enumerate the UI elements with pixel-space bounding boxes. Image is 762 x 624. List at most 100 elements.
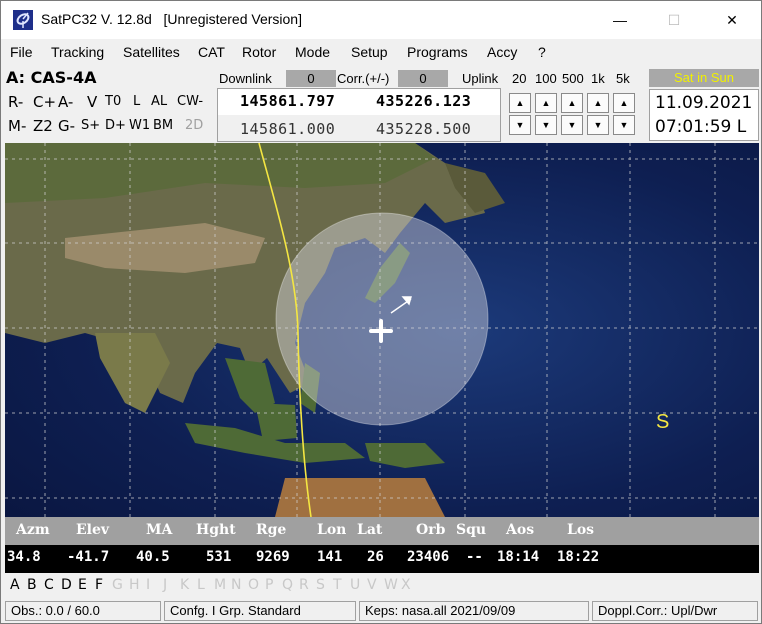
satellite-slot-m[interactable]: M <box>214 577 226 593</box>
satellite-slot-f[interactable]: F <box>95 577 103 593</box>
step-500[interactable]: 500 <box>562 71 584 86</box>
value-squ: -- <box>466 549 483 565</box>
control-d[interactable]: D+ <box>105 118 126 133</box>
header-los: Los <box>567 522 595 538</box>
value-orb: 23406 <box>407 549 450 565</box>
sun-status-badge: Sat in Sun <box>649 69 759 87</box>
tune-down-5k-button[interactable]: ▼ <box>613 115 635 135</box>
keps-status: Keps: nasa.all 2021/09/09 <box>359 601 589 621</box>
tune-up-100-button[interactable]: ▲ <box>535 93 557 113</box>
control-z2[interactable]: Z2 <box>33 117 53 135</box>
satellite-slot-s[interactable]: S <box>316 577 325 593</box>
tune-down-20-button[interactable]: ▼ <box>509 115 531 135</box>
satellite-slot-o[interactable]: O <box>248 577 259 593</box>
uplink-label: Uplink <box>462 71 499 86</box>
tune-down-500-button[interactable]: ▼ <box>561 115 583 135</box>
control-bm[interactable]: BM <box>153 118 173 133</box>
satellite-slot-v[interactable]: V <box>367 577 377 593</box>
uplink-frequency: 435226.123 <box>376 92 472 110</box>
header-aos: Aos <box>506 522 535 538</box>
menu-rotor[interactable]: Rotor <box>242 44 276 60</box>
satellite-slot-n[interactable]: N <box>231 577 241 593</box>
header-hght: Hght <box>196 522 236 538</box>
menu-mode[interactable]: Mode <box>295 44 330 60</box>
close-button[interactable]: ✕ <box>709 1 755 39</box>
title-bar[interactable]: SatPC32 V. 12.8d [Unregistered Version] … <box>1 1 761 39</box>
tracking-data-bar: Azm Elev MA Hght Rge Lon Lat Orb Squ Aos… <box>5 517 759 573</box>
step-100[interactable]: 100 <box>535 71 557 86</box>
downlink-offset: 0 <box>286 70 336 87</box>
control-g[interactable]: G- <box>58 117 75 135</box>
minimize-button[interactable]: — <box>597 1 643 39</box>
satellite-slot-q[interactable]: Q <box>282 577 293 593</box>
downlink-frequency-nominal: 145861.000 <box>240 120 336 138</box>
satellite-slot-k[interactable]: K <box>180 577 189 593</box>
satellite-slot-w[interactable]: W <box>384 577 398 593</box>
step-1k[interactable]: 1k <box>591 71 605 86</box>
value-lat: 26 <box>367 549 384 565</box>
downlink-frequency: 145861.797 <box>240 92 336 110</box>
menu-cat[interactable]: CAT <box>198 44 225 60</box>
control-w1[interactable]: W1 <box>129 118 150 133</box>
menu-tracking[interactable]: Tracking <box>51 44 104 60</box>
menu-accy[interactable]: Accy <box>487 44 517 60</box>
header-ma: MA <box>146 522 173 538</box>
info-panel: A: CAS-4A Downlink 0 Corr.(+/-) 0 Uplink… <box>1 65 761 143</box>
control-v[interactable]: V <box>87 93 97 111</box>
satellite-slot-c[interactable]: C <box>44 577 54 593</box>
satellite-slot-j[interactable]: J <box>163 577 167 593</box>
control-s[interactable]: S+ <box>81 118 100 133</box>
downlink-label: Downlink <box>219 71 272 86</box>
satellite-slot-i[interactable]: I <box>146 577 150 593</box>
tune-up-500-button[interactable]: ▲ <box>561 93 583 113</box>
satellite-slot-e[interactable]: E <box>78 577 87 593</box>
satellite-slot-d[interactable]: D <box>61 577 72 593</box>
control-a[interactable]: A- <box>58 93 73 111</box>
satellite-slot-g[interactable]: G <box>112 577 123 593</box>
satellite-slot-u[interactable]: U <box>350 577 360 593</box>
menu-satellites[interactable]: Satellites <box>123 44 180 60</box>
tune-down-100-button[interactable]: ▼ <box>535 115 557 135</box>
control-2d[interactable]: 2D <box>185 118 203 133</box>
satellite-slot-r[interactable]: R <box>299 577 309 593</box>
satellite-slot-a[interactable]: A <box>10 577 20 593</box>
control-r[interactable]: R- <box>8 93 23 111</box>
control-c[interactable]: C+ <box>33 93 56 111</box>
correction-label: Corr.(+/-) <box>337 71 390 86</box>
uplink-frequency-nominal: 435228.500 <box>376 120 472 138</box>
satellite-slot-l[interactable]: L <box>197 577 205 593</box>
menu-setup[interactable]: Setup <box>351 44 388 60</box>
header-lat: Lat <box>357 522 383 538</box>
status-bar: Obs.: 0.0 / 60.0 Confg. I Grp. Standard … <box>1 599 761 623</box>
observer-status: Obs.: 0.0 / 60.0 <box>5 601 161 621</box>
satellite-name[interactable]: A: CAS-4A <box>6 68 96 87</box>
control-t0[interactable]: T0 <box>105 94 121 109</box>
menu-help[interactable]: ? <box>538 44 546 60</box>
tune-up-5k-button[interactable]: ▲ <box>613 93 635 113</box>
value-elev: -41.7 <box>67 549 110 565</box>
tune-down-1k-button[interactable]: ▼ <box>587 115 609 135</box>
control-m[interactable]: M- <box>8 117 26 135</box>
correction-value: 0 <box>398 70 448 87</box>
menu-programs[interactable]: Programs <box>407 44 468 60</box>
satellite-footprint <box>275 212 489 426</box>
maximize-button[interactable]: ☐ <box>651 1 697 39</box>
tune-up-1k-button[interactable]: ▲ <box>587 93 609 113</box>
satellite-slot-t[interactable]: T <box>333 577 342 593</box>
world-map[interactable]: S <box>5 143 759 517</box>
satellite-slot-x[interactable]: X <box>401 577 411 593</box>
header-rge: Rge <box>256 522 287 538</box>
satellite-slot-h[interactable]: H <box>129 577 140 593</box>
control-l[interactable]: L <box>133 94 140 109</box>
satellite-slot-p[interactable]: P <box>265 577 273 593</box>
step-5k[interactable]: 5k <box>616 71 630 86</box>
step-20[interactable]: 20 <box>512 71 526 86</box>
menu-file[interactable]: File <box>10 44 33 60</box>
satellite-slot-b[interactable]: B <box>27 577 37 593</box>
header-squ: Squ <box>456 522 487 538</box>
value-aos: 18:14 <box>497 549 540 565</box>
control-cw[interactable]: CW- <box>177 94 203 109</box>
tune-up-20-button[interactable]: ▲ <box>509 93 531 113</box>
control-al[interactable]: AL <box>151 94 167 109</box>
satellite-selector-letters: ABCDEFGHIJKLMNOPQRSTUVWX <box>5 575 759 597</box>
